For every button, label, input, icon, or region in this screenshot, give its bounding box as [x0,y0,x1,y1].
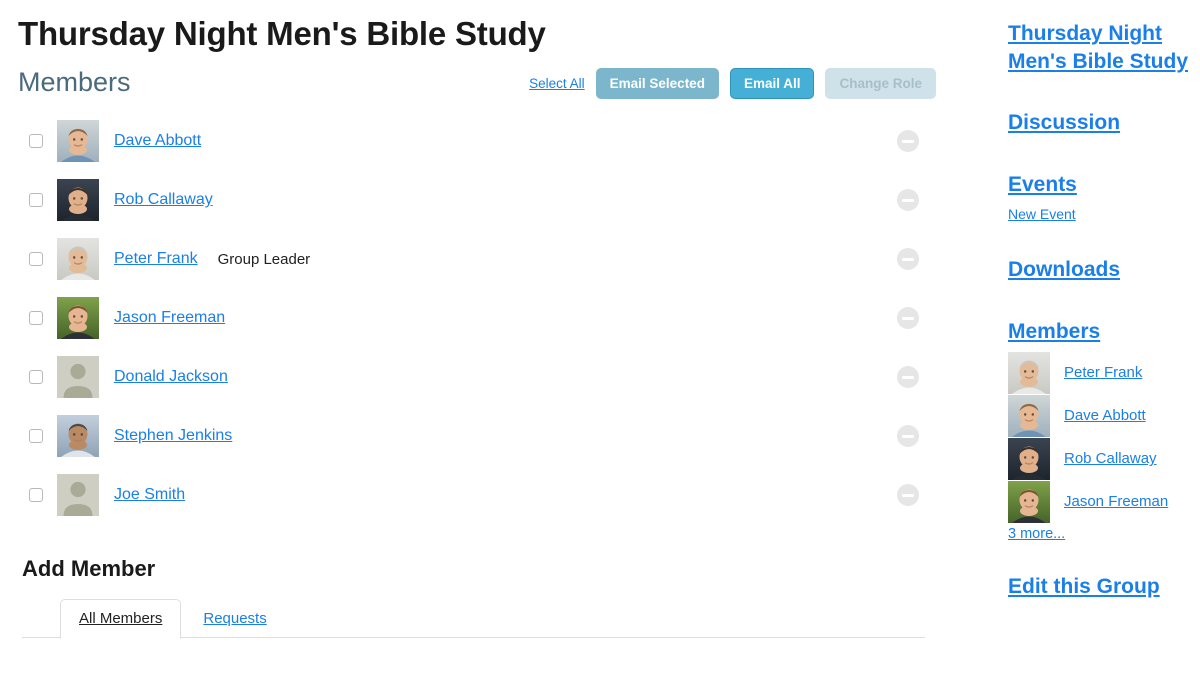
tab-all-members[interactable]: All Members [60,598,182,639]
member-row: Jason Freeman [18,289,960,348]
sidebar-link-edit-group[interactable]: Edit this Group [1008,575,1200,599]
sidebar-link-members[interactable]: Members [1008,318,1200,346]
sidebar-member-name-link[interactable]: Dave Abbott [1064,407,1146,424]
add-member-tabs: All Members Requests [18,594,960,639]
tab-strip: All Members Requests [60,598,285,639]
main-content: Thursday Night Men's Bible Study Members… [0,0,960,639]
member-row: Rob Callaway [18,171,960,230]
members-toolbar: Members Select All Email Selected Email … [18,64,960,106]
member-avatar [57,297,99,340]
member-checkbox[interactable] [29,488,43,503]
member-actions: Select All Email Selected Email All Chan… [529,67,936,100]
member-name-link[interactable]: Dave Abbott [114,132,201,150]
sidebar-member-row: Rob Callaway [1008,437,1200,480]
sidebar: Thursday Night Men's Bible Study Discuss… [960,0,1200,599]
sidebar-member-name-link[interactable]: Peter Frank [1064,364,1142,381]
member-row: Dave Abbott [18,112,960,171]
page-root: Thursday Night Men's Bible Study Members… [0,0,1200,686]
remove-circle-icon[interactable] [897,425,919,448]
sidebar-group-block: Thursday Night Men's Bible Study [1008,20,1200,75]
remove-circle-icon[interactable] [897,248,919,271]
member-name-link[interactable]: Donald Jackson [114,368,228,386]
sidebar-member-name-link[interactable]: Rob Callaway [1064,450,1157,467]
member-row: Stephen Jenkins [18,407,960,466]
sidebar-link-new-event[interactable]: New Event [1008,206,1200,222]
member-checkbox[interactable] [29,311,43,326]
member-checkbox[interactable] [29,252,43,267]
page-title: Thursday Night Men's Bible Study [18,15,546,52]
remove-circle-icon[interactable] [897,130,919,153]
member-row: Joe Smith [18,466,960,525]
member-avatar [57,238,99,281]
member-name-link[interactable]: Jason Freeman [114,309,225,327]
member-checkbox[interactable] [29,370,43,385]
sidebar-member-avatar [1008,437,1050,480]
member-role-label: Group Leader [217,250,311,268]
sidebar-member-list: Peter Frank Dave Abbott Rob Callaway Jason … [1008,351,1200,523]
member-row: Peter Frank Group Leader [18,230,960,289]
members-section-heading: Members [18,66,131,97]
add-member-heading: Add Member [22,555,156,581]
change-role-button: Change Role [825,67,936,100]
sidebar-events-block: Events New Event [1008,171,1200,222]
member-row: Donald Jackson [18,348,960,407]
remove-circle-icon[interactable] [897,366,919,389]
sidebar-link-downloads[interactable]: Downloads [1008,256,1200,284]
member-name-link[interactable]: Rob Callaway [114,191,213,209]
sidebar-member-row: Dave Abbott [1008,394,1200,437]
member-avatar [57,415,99,458]
sidebar-discussion-block: Discussion [1008,109,1200,137]
member-avatar [57,179,99,222]
remove-circle-icon[interactable] [897,189,919,212]
remove-circle-icon[interactable] [897,307,919,330]
select-all-link[interactable]: Select All [529,76,585,91]
member-avatar [57,474,99,517]
email-selected-button[interactable]: Email Selected [595,67,719,100]
member-name-link[interactable]: Joe Smith [114,486,185,504]
sidebar-member-avatar [1008,394,1050,437]
sidebar-link-events[interactable]: Events [1008,171,1200,199]
sidebar-member-row: Peter Frank [1008,351,1200,394]
member-checkbox[interactable] [29,429,43,444]
sidebar-downloads-block: Downloads [1008,256,1200,284]
sidebar-more-members-link[interactable]: 3 more... [1008,526,1200,542]
member-checkbox[interactable] [29,193,43,208]
email-all-button[interactable]: Email All [729,67,815,100]
sidebar-member-avatar [1008,351,1050,394]
member-list: Dave Abbott Rob Callaway Peter Frank Group … [18,112,960,525]
tab-requests[interactable]: Requests [181,600,284,638]
sidebar-members-block: Members Peter Frank Dave Abbott Rob Callaw… [1008,318,1200,542]
member-checkbox[interactable] [29,134,43,149]
member-avatar [57,356,99,399]
sidebar-member-row: Jason Freeman [1008,480,1200,523]
member-name-link[interactable]: Stephen Jenkins [114,427,232,445]
sidebar-link-discussion[interactable]: Discussion [1008,109,1200,137]
member-avatar [57,120,99,163]
remove-circle-icon[interactable] [897,484,919,507]
member-name-link[interactable]: Peter Frank [114,250,198,268]
sidebar-member-name-link[interactable]: Jason Freeman [1064,493,1168,510]
sidebar-member-avatar [1008,480,1050,523]
sidebar-link-group[interactable]: Thursday Night Men's Bible Study [1008,20,1200,75]
